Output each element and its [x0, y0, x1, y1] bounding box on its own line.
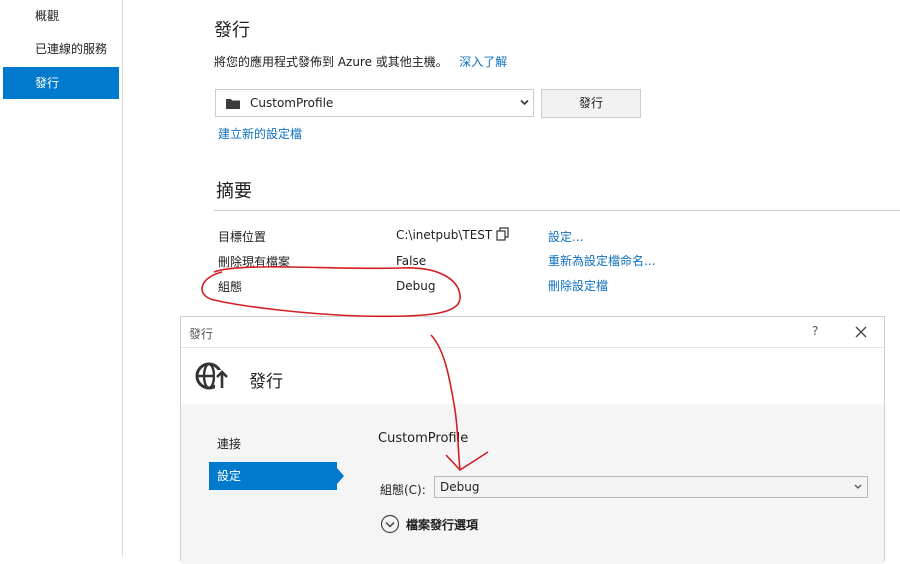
annotation-arrowhead — [445, 451, 489, 472]
annotation-overlay — [201, 266, 489, 472]
annotation-circle — [201, 266, 461, 318]
annotation-arrow — [430, 334, 461, 471]
